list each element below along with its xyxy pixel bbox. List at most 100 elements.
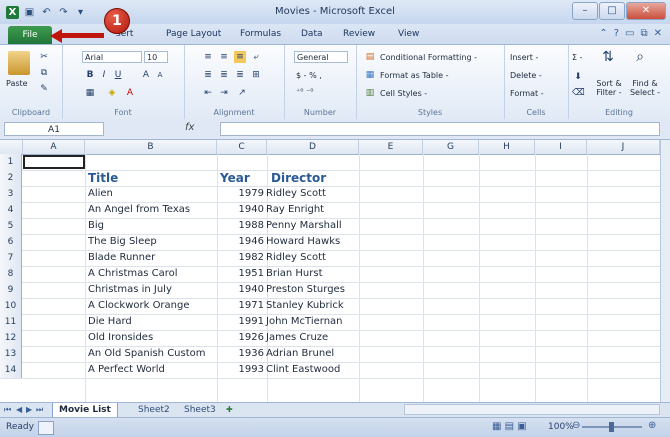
tab-view[interactable]: View — [398, 29, 419, 39]
row-header[interactable]: 10 — [0, 298, 22, 314]
cell-director[interactable]: Ridley Scott — [266, 186, 326, 202]
cell-director[interactable]: Clint Eastwood — [266, 362, 340, 378]
conditional-formatting-button[interactable]: Conditional Formatting - — [380, 53, 477, 62]
first-sheet-icon[interactable]: ⏮ — [4, 405, 11, 415]
autosum-button[interactable]: Σ - — [572, 53, 582, 62]
fill-color-icon[interactable]: ◈ — [106, 87, 118, 99]
horizontal-scrollbar[interactable] — [404, 404, 660, 415]
number-format-select[interactable]: General — [294, 51, 348, 63]
cell-year[interactable]: 1936 — [239, 346, 264, 362]
align-middle-icon[interactable]: ≡ — [218, 51, 230, 63]
row-header[interactable]: 2 — [0, 170, 22, 186]
cell-title[interactable]: An Old Spanish Custom — [88, 346, 206, 362]
sort-filter-button[interactable]: Sort & Filter - — [594, 79, 624, 97]
cell-director[interactable]: John McTiernan — [266, 314, 343, 330]
cut-icon[interactable]: ✂ — [38, 51, 50, 63]
decrease-indent-icon[interactable]: ⇤ — [202, 87, 214, 99]
clear-icon[interactable]: ⌫ — [572, 87, 585, 99]
row-header[interactable]: 8 — [0, 266, 22, 282]
cell-director[interactable]: Stanley Kubrick — [266, 298, 344, 314]
zoom-slider-handle[interactable] — [609, 422, 614, 432]
close-workbook-icon[interactable]: ✕ — [654, 28, 662, 39]
minimize-button[interactable]: – — [572, 2, 598, 20]
cell-title[interactable]: The Big Sleep — [88, 234, 157, 250]
column-header-b[interactable]: B — [85, 140, 217, 154]
column-header-a[interactable]: A — [23, 140, 85, 154]
zoom-out-icon[interactable]: ⊖ — [572, 420, 580, 431]
help-icon[interactable]: ? — [614, 28, 619, 39]
cell-title[interactable]: A Perfect World — [88, 362, 165, 378]
name-box[interactable]: A1 — [4, 122, 104, 136]
cell-year[interactable]: 1940 — [239, 282, 264, 298]
cell-title[interactable]: Blade Runner — [88, 250, 155, 266]
font-name-select[interactable]: Arial — [82, 51, 142, 63]
tab-data[interactable]: Data — [301, 29, 323, 39]
tab-review[interactable]: Review — [343, 29, 375, 39]
sheet-tab-movie-list[interactable]: Movie List — [52, 403, 118, 418]
number-format-buttons[interactable]: $ - % , — [296, 71, 322, 80]
vertical-scrollbar[interactable] — [660, 140, 670, 402]
formula-input[interactable] — [220, 122, 660, 136]
row-header[interactable]: 13 — [0, 346, 22, 362]
zoom-in-icon[interactable]: ⊕ — [648, 420, 656, 431]
merge-center-icon[interactable]: ⊞ — [250, 69, 262, 81]
cell-year[interactable]: 1926 — [239, 330, 264, 346]
orientation-icon[interactable]: ↗ — [236, 87, 248, 99]
cell-year[interactable]: 1979 — [239, 186, 264, 202]
cell-title[interactable]: Old Ironsides — [88, 330, 153, 346]
wrap-text-icon[interactable]: ⤶ — [250, 51, 262, 63]
align-left-icon[interactable]: ≣ — [202, 69, 214, 81]
delete-cells-button[interactable]: Delete - — [510, 71, 542, 80]
cell-year[interactable]: 1940 — [239, 202, 264, 218]
cell-director[interactable]: Ray Enright — [266, 202, 324, 218]
row-header[interactable]: 1 — [0, 154, 22, 170]
cell-title[interactable]: A Christmas Carol — [88, 266, 178, 282]
sheet-tab-sheet3[interactable]: Sheet3 — [178, 403, 222, 417]
row-header[interactable]: 12 — [0, 330, 22, 346]
format-cells-button[interactable]: Format - — [510, 89, 544, 98]
macro-record-icon[interactable] — [38, 421, 54, 435]
cell-title[interactable]: A Clockwork Orange — [88, 298, 190, 314]
cell-director[interactable]: James Cruze — [266, 330, 328, 346]
cell-year[interactable]: 1988 — [239, 218, 264, 234]
find-select-button[interactable]: Find & Select - — [628, 79, 662, 97]
cell-title[interactable]: Die Hard — [88, 314, 132, 330]
cell-year[interactable]: 1946 — [239, 234, 264, 250]
fill-icon[interactable]: ⬇ — [572, 71, 584, 83]
workbook-window-icon[interactable]: ⧉ — [640, 28, 647, 39]
format-painter-icon[interactable]: ✎ — [38, 83, 50, 95]
cell-director[interactable]: Preston Sturges — [266, 282, 345, 298]
cell-title[interactable]: Christmas in July — [88, 282, 172, 298]
cell-director[interactable]: Director — [271, 170, 326, 186]
cell-director[interactable]: Penny Marshall — [266, 218, 342, 234]
underline-icon[interactable]: U — [112, 69, 124, 81]
column-header-j[interactable]: J — [587, 140, 660, 154]
cell-title[interactable]: An Angel from Texas — [88, 202, 190, 218]
column-header-i[interactable]: I — [535, 140, 587, 154]
column-header-c[interactable]: C — [217, 140, 267, 154]
row-header[interactable]: 6 — [0, 234, 22, 250]
align-top-icon[interactable]: ≡ — [202, 51, 214, 63]
column-header-g[interactable]: G — [423, 140, 479, 154]
cell-director[interactable]: Ridley Scott — [266, 250, 326, 266]
cell-director[interactable]: Adrian Brunel — [266, 346, 334, 362]
row-header[interactable]: 4 — [0, 202, 22, 218]
find-select-icon[interactable]: ⌕ — [634, 50, 646, 64]
increase-indent-icon[interactable]: ⇥ — [218, 87, 230, 99]
active-cell-a1[interactable] — [23, 155, 85, 169]
align-center-icon[interactable]: ≣ — [218, 69, 230, 81]
italic-icon[interactable]: I — [98, 69, 110, 81]
cell-year[interactable]: 1991 — [239, 314, 264, 330]
row-header[interactable]: 3 — [0, 186, 22, 202]
tab-formulas[interactable]: Formulas — [240, 29, 281, 39]
cell-title[interactable]: Big — [88, 218, 104, 234]
cell-year[interactable]: 1971 — [239, 298, 264, 314]
sheet-tab-sheet2[interactable]: Sheet2 — [132, 403, 176, 417]
tab-file[interactable]: File — [8, 26, 52, 44]
format-as-table-button[interactable]: Format as Table - — [380, 71, 448, 80]
align-bottom-icon[interactable]: ≡ — [234, 51, 246, 63]
insert-function-icon[interactable]: fx — [185, 122, 194, 133]
cell-year[interactable]: Year — [220, 170, 250, 186]
cell-year[interactable]: 1993 — [239, 362, 264, 378]
row-header[interactable]: 9 — [0, 282, 22, 298]
